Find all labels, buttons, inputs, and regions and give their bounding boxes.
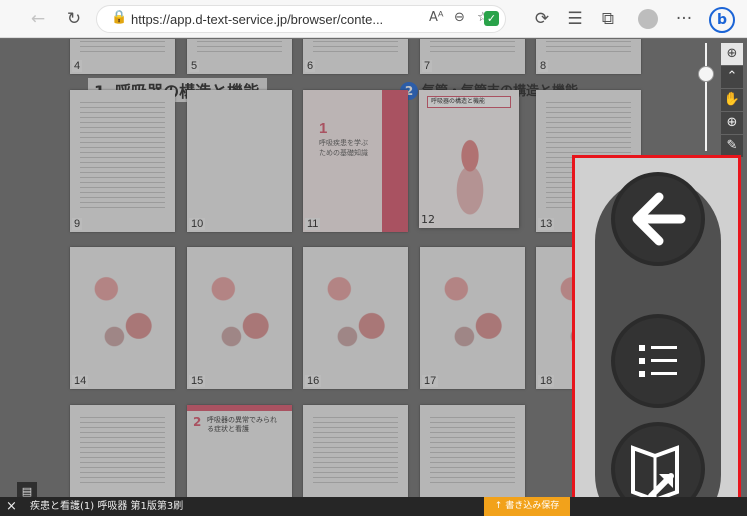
table-of-contents-button[interactable] — [611, 314, 705, 408]
browser-toolbar: ← ↻ 🔒 https://app.d-text-service.jp/brow… — [0, 0, 747, 38]
back-button[interactable] — [611, 172, 705, 266]
chevron-up-icon[interactable]: ⌃ — [721, 66, 743, 88]
collections-icon[interactable]: ⧉ — [598, 9, 618, 29]
page-thumbnail[interactable]: 16 — [303, 247, 408, 389]
back-arrow-icon — [632, 192, 686, 246]
current-page-thumbnail[interactable]: 呼吸器の構造と機能 12 — [419, 90, 519, 228]
navigation-panel — [572, 155, 741, 516]
read-aloud-icon[interactable]: Aᴬ — [429, 10, 444, 25]
app-root: ← ↻ 🔒 https://app.d-text-service.jp/brow… — [0, 0, 747, 516]
page-thumbnail[interactable]: 8 — [536, 39, 641, 74]
refresh-icon[interactable]: ↻ — [64, 9, 84, 29]
sidebar-toggle-icon[interactable]: ▤ — [17, 482, 37, 497]
page-thumbnail[interactable]: 15 — [187, 247, 292, 389]
page-thumbnail[interactable]: 14 — [70, 247, 175, 389]
page-thumbnail[interactable]: 4 — [70, 39, 175, 74]
pen-icon[interactable]: ✎ — [721, 135, 743, 157]
address-bar[interactable]: 🔒 https://app.d-text-service.jp/browser/… — [96, 5, 506, 33]
extension-icon[interactable]: ⟳ — [532, 9, 552, 29]
page-thumbnail[interactable]: 2 呼吸器の異常でみられる症状と看護 — [187, 405, 292, 497]
page-thumbnail[interactable]: 6 — [303, 39, 408, 74]
url-text: https://app.d-text-service.jp/browser/co… — [131, 12, 384, 27]
bing-icon[interactable]: b — [709, 7, 735, 33]
magnifier-icon[interactable]: ⊕ — [721, 112, 743, 134]
page-thumbnail[interactable]: 10 — [187, 90, 292, 232]
page-thumbnail[interactable]: 5 — [187, 39, 292, 74]
shield-check-icon[interactable]: ✓ — [484, 11, 499, 26]
zoom-icon[interactable]: ⊖ — [454, 10, 465, 25]
hand-icon[interactable]: ✋ — [721, 89, 743, 111]
page-thumbnail[interactable] — [420, 405, 525, 497]
profile-icon[interactable] — [638, 9, 658, 29]
zoom-in-icon[interactable]: ⊕ — [721, 43, 743, 65]
lock-icon[interactable]: 🔒 — [111, 10, 127, 25]
save-annotations-button[interactable]: ↑ 書き込み保存 — [484, 497, 570, 516]
more-icon[interactable]: ··· — [674, 9, 694, 29]
favorites-icon[interactable]: ☰ — [565, 9, 585, 29]
close-icon[interactable]: × — [6, 497, 17, 516]
page-thumbnail[interactable] — [303, 405, 408, 497]
page-thumbnail[interactable]: 7 — [420, 39, 525, 74]
page-thumbnail[interactable] — [70, 405, 175, 497]
page-thumbnail[interactable]: 9 — [70, 90, 175, 232]
page-thumbnail[interactable]: 17 — [420, 247, 525, 389]
back-arrow-icon[interactable]: ← — [28, 9, 48, 29]
book-title: 疾患と看護(1) 呼吸器 第1版第3刷 — [30, 501, 184, 512]
list-icon — [639, 345, 677, 377]
zoom-slider-handle[interactable] — [698, 66, 714, 82]
status-bar: × 疾患と看護(1) 呼吸器 第1版第3刷 ↑ 書き込み保存 — [0, 497, 747, 516]
chapter-cover-page[interactable]: 1 呼吸疾患を学ぶための基礎知識 11 — [303, 90, 408, 232]
zoom-slider-track[interactable] — [705, 43, 707, 151]
